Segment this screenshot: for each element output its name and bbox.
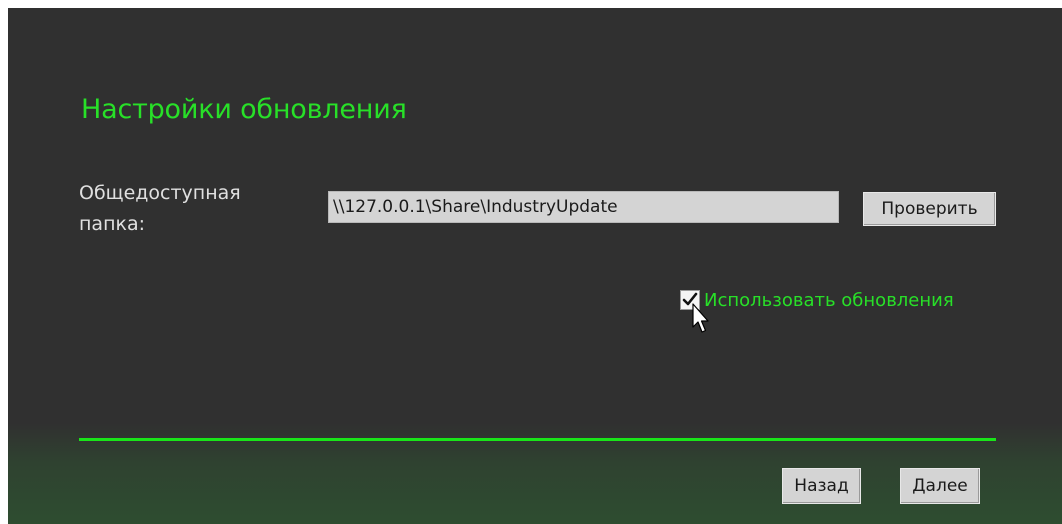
shared-folder-input[interactable] [328,191,839,223]
divider [79,438,996,441]
use-updates-label: Использовать обновления [704,289,954,311]
checkmark-icon [682,292,698,306]
update-settings-window: Настройки обновления Общедоступная папка… [8,8,1062,524]
page-title: Настройки обновления [81,94,407,125]
check-button[interactable]: Проверить [863,192,996,226]
use-updates-checkbox[interactable]: Использовать обновления [680,285,954,315]
checkbox-box[interactable] [680,290,700,310]
next-button[interactable]: Далее [900,468,980,504]
back-button[interactable]: Назад [782,468,861,504]
shared-folder-label: Общедоступная папка: [79,182,241,235]
